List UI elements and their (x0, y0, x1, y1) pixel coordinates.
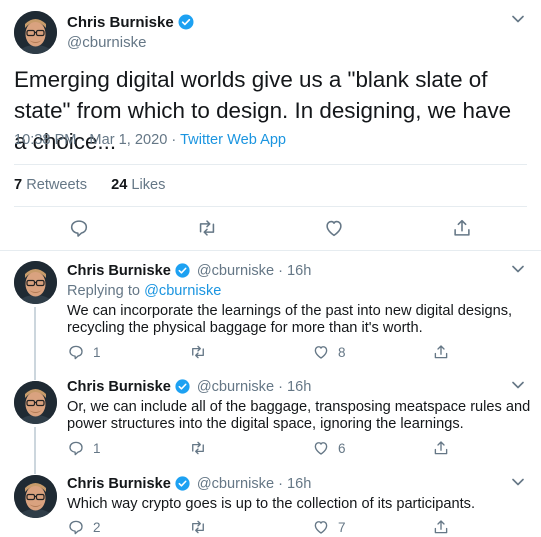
reply-icon (69, 520, 83, 535)
reply-button[interactable]: 1 (67, 439, 101, 457)
chevron-down-icon[interactable] (512, 478, 524, 486)
chevron-down-icon[interactable] (512, 265, 524, 273)
tweet-stats: 7 Retweets 24 Likes (14, 177, 185, 193)
reply-author-name[interactable]: Chris Burniske (67, 379, 171, 395)
like-button[interactable]: 6 (312, 439, 346, 457)
reply-dot: · (278, 262, 283, 279)
replying-to-handle[interactable]: @cburniske (144, 283, 221, 299)
reply-icon[interactable] (68, 217, 90, 239)
reply-text-line: power structures into the digital space,… (67, 416, 464, 432)
main-tweet: Chris Burniske @cburniske Emerging digit… (0, 0, 541, 251)
reply-text-line: Which way crypto goes is up to the colle… (67, 496, 476, 512)
retweets-stat[interactable]: 7 Retweets (14, 177, 87, 193)
reply-time[interactable]: 16h (287, 379, 311, 395)
author-handle[interactable]: @cburniske (67, 34, 146, 51)
chevron-down-icon[interactable] (512, 381, 524, 389)
share-icon (434, 520, 448, 534)
like-count: 7 (338, 519, 346, 535)
avatar-photo (14, 381, 57, 424)
verified-badge-icon (174, 475, 191, 492)
reply-icon (69, 345, 83, 360)
verified-badge-icon (174, 262, 191, 279)
share-icon[interactable] (451, 217, 473, 239)
share-button[interactable] (432, 518, 450, 536)
retweet-button[interactable] (188, 343, 216, 361)
likes-stat[interactable]: 24 Likes (111, 177, 165, 193)
replying-to: Replying to @cburniske (67, 282, 221, 301)
tweet-actions (0, 217, 541, 241)
tweet-meta: 10:38 PM · Mar 1, 2020 · Twitter Web App (14, 132, 286, 148)
reply-tweet[interactable]: Chris Burniske @cburniske · 16h Which wa… (0, 470, 541, 537)
share-button[interactable] (432, 343, 450, 361)
share-icon (434, 345, 448, 359)
reply-actions: 1 6 (0, 439, 541, 459)
reply-actions: 1 8 (0, 343, 541, 363)
chevron-down-icon[interactable] (512, 15, 524, 23)
author-name[interactable]: Chris Burniske (67, 14, 174, 31)
like-count: 6 (338, 440, 346, 456)
retweet-button[interactable] (188, 439, 216, 457)
reply-count: 1 (93, 440, 101, 456)
reply-author-name[interactable]: Chris Burniske (67, 476, 171, 492)
heart-icon (314, 346, 328, 359)
tweet-timestamp[interactable]: 10:38 PM · Mar 1, 2020 (14, 132, 167, 148)
divider (14, 206, 527, 207)
like-count: 8 (338, 344, 346, 360)
avatar-photo (14, 261, 57, 304)
like-button[interactable]: 8 (312, 343, 346, 361)
retweets-label: Retweets (26, 177, 88, 193)
heart-icon (314, 521, 328, 534)
retweets-count: 7 (14, 177, 23, 193)
reply-author-handle[interactable]: @cburniske (197, 379, 274, 395)
retweet-icon (192, 441, 204, 455)
avatar[interactable] (14, 381, 57, 424)
author-name-row[interactable]: Chris Burniske (67, 13, 195, 31)
avatar[interactable] (14, 11, 57, 54)
reply-author-handle[interactable]: @cburniske (197, 476, 274, 492)
retweet-icon[interactable] (195, 217, 219, 239)
heart-icon[interactable] (323, 217, 345, 239)
verified-badge-icon (174, 378, 191, 395)
reply-dot: · (278, 475, 283, 492)
reply-header: Chris Burniske @cburniske · 16h (67, 378, 311, 395)
reply-icon (69, 441, 83, 456)
reply-time[interactable]: 16h (287, 476, 311, 492)
avatar[interactable] (14, 261, 57, 304)
avatar-photo (14, 11, 57, 54)
reply-time[interactable]: 16h (287, 263, 311, 279)
verified-badge-icon (177, 13, 195, 31)
reply-author-handle[interactable]: @cburniske (197, 263, 274, 279)
likes-label: Likes (131, 177, 166, 193)
reply-header: Chris Burniske @cburniske · 16h (67, 475, 311, 492)
retweet-button[interactable] (188, 518, 216, 536)
thread-line (34, 470, 36, 474)
reply-button[interactable]: 1 (67, 343, 101, 361)
heart-icon (314, 442, 328, 455)
reply-actions: 2 7 (0, 518, 541, 537)
reply-count: 2 (93, 519, 101, 535)
reply-tweet[interactable]: Chris Burniske @cburniske · 16h Or, we c… (0, 372, 541, 470)
reply-text-line: recycling the physical baggage for more … (67, 320, 423, 336)
reply-header: Chris Burniske @cburniske · 16h (67, 262, 311, 279)
tweet-client[interactable]: Twitter Web App (180, 132, 286, 148)
retweet-icon (192, 345, 204, 359)
share-button[interactable] (432, 439, 450, 457)
likes-count: 24 (111, 177, 128, 193)
retweet-icon (192, 520, 204, 534)
reply-button[interactable]: 2 (67, 518, 101, 536)
avatar-photo (14, 475, 57, 518)
divider (14, 164, 527, 165)
thread-line (34, 372, 36, 380)
share-icon (434, 441, 448, 455)
avatar[interactable] (14, 475, 57, 518)
reply-count: 1 (93, 344, 101, 360)
reply-author-name[interactable]: Chris Burniske (67, 263, 171, 279)
like-button[interactable]: 7 (312, 518, 346, 536)
reply-dot: · (278, 378, 283, 395)
reply-tweet[interactable]: Chris Burniske @cburniske · 16h Replying… (0, 251, 541, 372)
meta-separator: · (171, 132, 177, 148)
replying-to-label: Replying to (67, 283, 141, 299)
